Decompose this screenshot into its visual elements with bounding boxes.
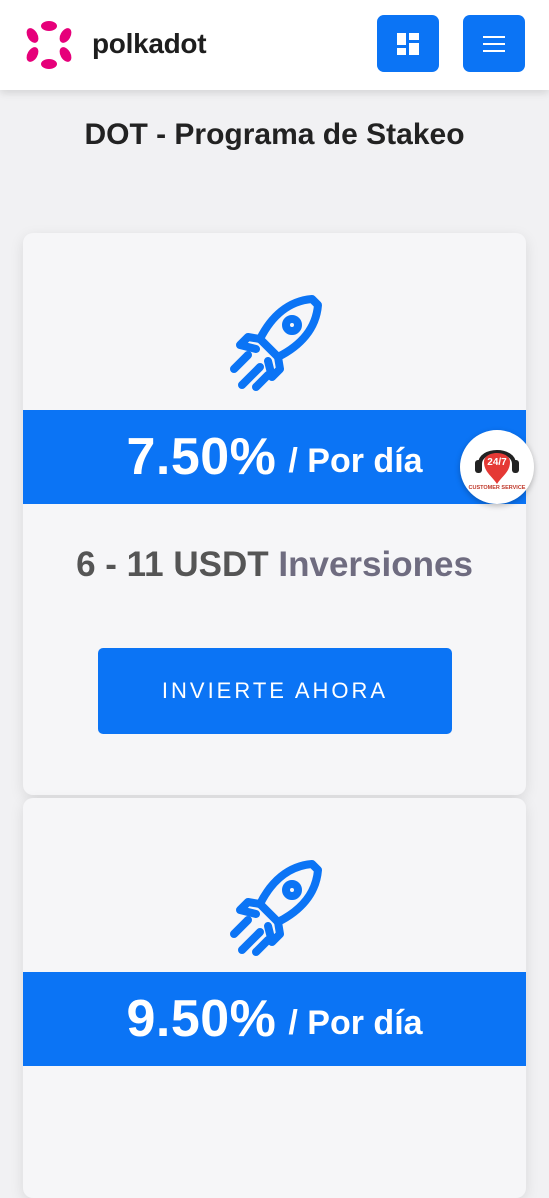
- staking-plan-card: 7.50% / Por día 6 - 11 USDT Inversiones …: [23, 233, 526, 795]
- rocket-icon: [230, 860, 322, 956]
- invest-now-button[interactable]: INVIERTE AHORA: [98, 648, 452, 734]
- page-title: DOT - Programa de Stakeo: [84, 118, 465, 151]
- hamburger-menu-icon: [483, 35, 505, 52]
- daily-rate: 7.50%: [126, 428, 277, 486]
- polkadot-logo-icon[interactable]: [24, 20, 74, 70]
- customer-service-widget[interactable]: 24/7 CUSTOMER SERVICE: [460, 430, 534, 504]
- rate-period: / Por día: [288, 441, 423, 480]
- rate-period: / Por día: [288, 1003, 423, 1042]
- staking-plan-card: 9.50% / Por día: [23, 798, 526, 1198]
- daily-rate-band: 9.50% / Por día: [23, 972, 526, 1066]
- support-caption: CUSTOMER SERVICE: [468, 485, 526, 491]
- daily-rate: 9.50%: [126, 990, 277, 1048]
- investment-amount: 6 - 11 USDT: [76, 545, 269, 584]
- daily-rate-band: 7.50% / Por día: [23, 410, 526, 504]
- rocket-icon: [230, 295, 322, 391]
- support-badge-text: 24/7: [487, 457, 507, 468]
- dashboard-button[interactable]: [377, 15, 439, 72]
- investment-range: 6 - 11 USDT Inversiones: [23, 545, 526, 585]
- brand-name[interactable]: polkadot: [92, 28, 207, 60]
- investment-label: Inversiones: [278, 545, 473, 584]
- dashboard-grid-icon: [397, 32, 419, 55]
- menu-button[interactable]: [463, 15, 525, 72]
- top-navbar: polkadot: [0, 0, 549, 90]
